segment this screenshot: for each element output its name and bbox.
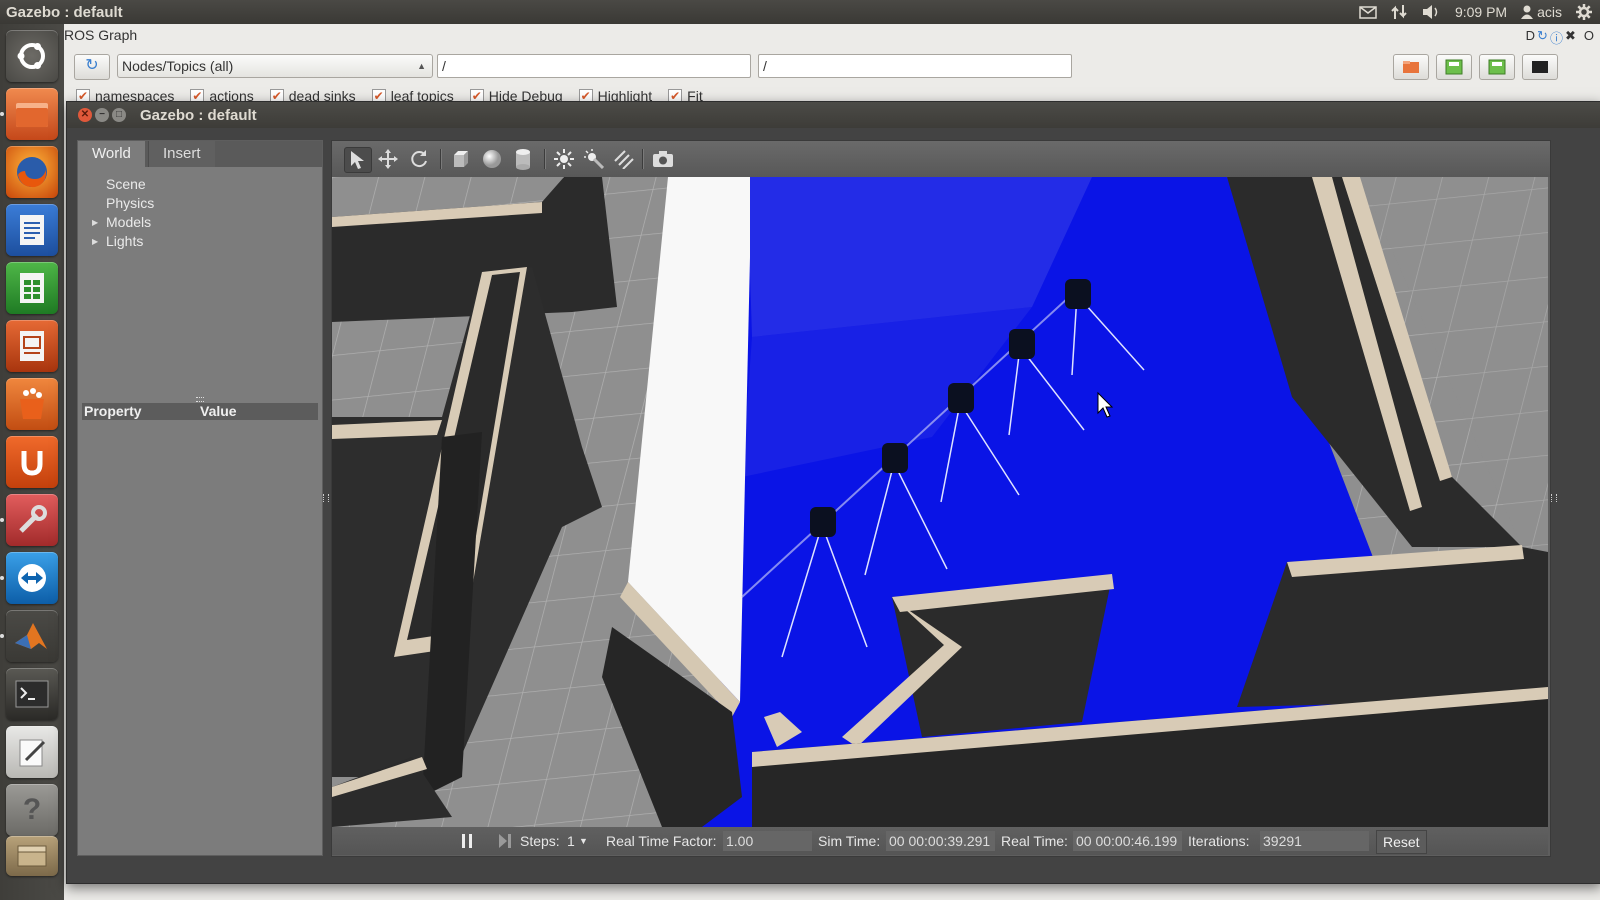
indicator-area: 9:09 PM acis: [1359, 0, 1600, 24]
active-window-title: Gazebo : default: [6, 3, 123, 21]
top-panel: Gazebo : default 9:09 PM acis: [0, 0, 1600, 24]
user-icon: [1521, 5, 1534, 19]
help-icon[interactable]: ?: [6, 784, 58, 836]
spin-down-icon[interactable]: ▼: [579, 836, 588, 846]
real-time-factor-value: 1.00: [723, 831, 812, 851]
sphere-shape-icon[interactable]: [479, 147, 505, 171]
ros-title-right: O: [1583, 28, 1594, 43]
reload-plugin-icon[interactable]: ↻: [1537, 28, 1548, 47]
graph-type-value: Nodes/Topics (all): [122, 58, 234, 74]
save-dot-button[interactable]: [1436, 54, 1472, 80]
node-filter-input[interactable]: /: [437, 54, 751, 78]
matlab-icon[interactable]: [6, 610, 58, 662]
dash-home-icon[interactable]: [6, 30, 58, 82]
iterations-value: 39291: [1260, 831, 1369, 851]
save-image-button[interactable]: [1522, 54, 1558, 80]
minimize-icon[interactable]: −: [95, 108, 109, 122]
expand-arrow-icon[interactable]: ▶: [92, 213, 98, 232]
render-view: Steps: 1 ▼ Real Time Factor: 1.00 Sim Ti…: [331, 140, 1551, 857]
sim-time-value: 00 00:00:39.291: [886, 831, 995, 851]
calc-icon[interactable]: [6, 262, 58, 314]
ros-graph-title: ROS Graph: [64, 27, 138, 43]
step-icon[interactable]: [498, 833, 512, 852]
tree-item-scene[interactable]: Scene: [92, 175, 154, 194]
writer-icon[interactable]: [6, 204, 58, 256]
real-time-label: Real Time:: [1001, 833, 1068, 849]
maximize-icon[interactable]: □: [112, 108, 126, 122]
help-circle-icon[interactable]: ⓘ: [1550, 28, 1563, 47]
box-shape-icon[interactable]: [448, 147, 474, 171]
ubuntu-one-icon[interactable]: [6, 436, 58, 488]
user-name: acis: [1537, 4, 1562, 20]
property-column-header: Property: [84, 403, 142, 419]
volume-icon[interactable]: [1421, 4, 1441, 20]
tree-item-lights[interactable]: ▶ Lights: [92, 232, 154, 251]
property-table-header: Property Value: [82, 403, 318, 420]
clock[interactable]: 9:09 PM: [1455, 4, 1507, 20]
refresh-button[interactable]: ↻: [74, 54, 110, 80]
unity-launcher: ?: [0, 24, 65, 900]
rotate-mode-icon[interactable]: [406, 147, 432, 171]
real-time-factor-label: Real Time Factor:: [606, 833, 717, 849]
user-menu[interactable]: acis: [1521, 4, 1562, 20]
ros-window-controls: D ↻ ⓘ ✖ O: [1526, 28, 1594, 47]
3d-viewport[interactable]: [332, 177, 1548, 827]
close-icon[interactable]: ✕: [78, 108, 92, 122]
mail-icon[interactable]: [1359, 5, 1377, 19]
left-splitter[interactable]: [323, 494, 329, 502]
save-icon: [1488, 59, 1506, 75]
dock-toggle-icon[interactable]: D: [1526, 28, 1535, 47]
time-panel: Steps: 1 ▼ Real Time Factor: 1.00 Sim Ti…: [332, 827, 1548, 855]
combo-arrows-icon: ▲: [417, 61, 426, 71]
spot-light-icon[interactable]: [581, 147, 607, 171]
tab-insert[interactable]: Insert: [148, 141, 215, 167]
firefox-icon[interactable]: [6, 146, 58, 198]
reset-button[interactable]: Reset: [1376, 830, 1427, 854]
translate-mode-icon[interactable]: [375, 147, 401, 171]
archive-icon[interactable]: [6, 836, 58, 876]
graph-type-combo[interactable]: Nodes/Topics (all) ▲: [117, 54, 433, 78]
save-icon: [1445, 59, 1463, 75]
camera-screenshot-icon[interactable]: [650, 147, 676, 171]
network-icon[interactable]: [1391, 4, 1407, 20]
terminal-icon[interactable]: [6, 668, 58, 720]
tree-item-physics[interactable]: Physics: [92, 194, 154, 213]
gear-icon[interactable]: [1576, 4, 1592, 20]
gazebo-titlebar[interactable]: ✕ − □ Gazebo : default: [67, 102, 1600, 128]
real-time-value: 00 00:00:46.199: [1073, 831, 1182, 851]
select-mode-icon[interactable]: [344, 147, 372, 173]
software-center-icon[interactable]: [6, 378, 58, 430]
steps-spinbox[interactable]: 1: [567, 833, 575, 849]
text-editor-icon[interactable]: [6, 726, 58, 778]
load-dot-button[interactable]: [1393, 54, 1429, 80]
refresh-icon: ↻: [85, 57, 99, 74]
close-plugin-icon[interactable]: ✖: [1565, 28, 1576, 47]
sim-time-label: Sim Time:: [818, 833, 881, 849]
right-splitter[interactable]: [1551, 494, 1557, 502]
impress-icon[interactable]: [6, 320, 58, 372]
files-icon[interactable]: [6, 88, 58, 140]
world-tree: Scene Physics ▶ Models ▶ Lights: [92, 175, 154, 251]
topic-filter-input[interactable]: /: [758, 54, 1072, 78]
value-column-header: Value: [200, 403, 237, 419]
gazebo-window: ✕ − □ Gazebo : default World Insert Scen…: [66, 101, 1600, 884]
point-light-icon[interactable]: [551, 147, 577, 171]
gazebo-window-title: Gazebo : default: [140, 107, 257, 124]
system-settings-icon[interactable]: [6, 494, 58, 546]
iterations-label: Iterations:: [1188, 833, 1250, 849]
folder-icon: [1403, 61, 1419, 73]
splitter-handle[interactable]: [196, 397, 204, 402]
tab-world[interactable]: World: [78, 141, 145, 167]
teamviewer-icon[interactable]: [6, 552, 58, 604]
world-panel: World Insert Scene Physics ▶ Models ▶ Ligh…: [77, 140, 323, 856]
cylinder-shape-icon[interactable]: [510, 147, 536, 171]
directional-light-icon[interactable]: [611, 147, 637, 171]
render-toolbar: [332, 141, 1550, 177]
save-svg-button[interactable]: [1479, 54, 1515, 80]
pause-icon[interactable]: [460, 833, 474, 852]
steps-label: Steps:: [520, 833, 560, 849]
image-icon: [1532, 61, 1548, 73]
expand-arrow-icon[interactable]: ▶: [92, 232, 98, 251]
tree-item-models[interactable]: ▶ Models: [92, 213, 154, 232]
